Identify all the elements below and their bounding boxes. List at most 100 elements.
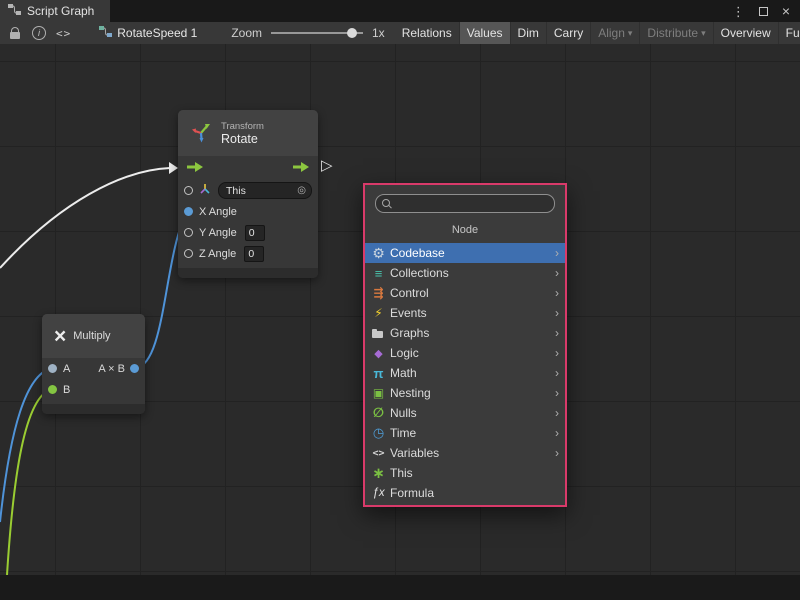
flow-input-port[interactable]	[186, 161, 204, 176]
output-port[interactable]	[130, 364, 139, 373]
finder-item-nesting[interactable]: ▣ Nesting ›	[365, 383, 565, 403]
formula-fx-icon: ƒx	[371, 486, 386, 501]
graph-toolbar: <> RotateSpeed 1 Zoom 1x Relations Value…	[0, 22, 800, 44]
events-lightning-icon: ⚡	[371, 306, 386, 321]
finder-header: Node	[365, 217, 565, 243]
codebase-gear-icon: ⚙	[371, 246, 386, 261]
y-angle-label: Y Angle	[199, 227, 237, 239]
info-icon[interactable]	[32, 26, 46, 40]
input-b-label: B	[63, 384, 70, 396]
dim-label: Dim	[518, 26, 539, 40]
window-menu-icon[interactable]: ⋮	[732, 5, 745, 18]
distribute-label: Distribute	[647, 26, 698, 40]
node-finder-popup: Node ⚙ Codebase › ≡ Collections › ⇶ Cont…	[363, 183, 567, 507]
node-title: Rotate	[221, 132, 264, 146]
tab-title: Script Graph	[27, 4, 94, 18]
overview-label: Overview	[721, 26, 771, 40]
finder-item-nulls[interactable]: ∅ Nulls ›	[365, 403, 565, 423]
input-b-port[interactable]	[48, 385, 57, 394]
finder-item-math[interactable]: π Math ›	[365, 363, 565, 383]
code-view-icon[interactable]: <>	[56, 27, 71, 40]
finder-list: ⚙ Codebase › ≡ Collections › ⇶ Control ›…	[365, 243, 565, 503]
rotate-node[interactable]: Transform Rotate This ◎ X Angle	[178, 110, 318, 278]
dim-button[interactable]: Dim	[511, 22, 547, 44]
chevron-right-icon: ›	[555, 386, 559, 400]
finder-item-label: Codebase	[390, 246, 445, 260]
finder-item-logic[interactable]: ◆ Logic ›	[365, 343, 565, 363]
flow-output-port[interactable]	[292, 161, 310, 176]
relations-button[interactable]: Relations	[395, 22, 460, 44]
finder-item-variables[interactable]: <> Variables ›	[365, 443, 565, 463]
chevron-down-icon: ▾	[701, 28, 706, 39]
z-angle-label: Z Angle	[199, 248, 236, 260]
finder-item-collections[interactable]: ≡ Collections ›	[365, 263, 565, 283]
fullscreen-button[interactable]: Full Screen	[779, 22, 800, 44]
chevron-right-icon: ›	[555, 366, 559, 380]
align-button[interactable]: Align▾	[591, 22, 640, 44]
search-icon	[382, 199, 391, 208]
close-icon[interactable]: ×	[782, 4, 790, 18]
multiply-node[interactable]: × Multiply A A × B B	[42, 314, 145, 414]
distribute-button[interactable]: Distribute▾	[640, 22, 713, 44]
finder-item-label: Control	[390, 286, 429, 300]
multiply-node-header[interactable]: × Multiply	[42, 314, 145, 358]
rotate-node-header[interactable]: Transform Rotate	[178, 110, 318, 156]
finder-item-events[interactable]: ⚡ Events ›	[365, 303, 565, 323]
graphs-folder-icon	[371, 326, 386, 341]
finder-item-control[interactable]: ⇶ Control ›	[365, 283, 565, 303]
object-picker-icon[interactable]: ◎	[297, 185, 306, 196]
values-label: Values	[467, 26, 503, 40]
y-angle-port[interactable]	[184, 228, 193, 237]
zoom-label: Zoom	[231, 26, 262, 40]
carry-button[interactable]: Carry	[547, 22, 591, 44]
y-angle-input[interactable]	[245, 225, 265, 241]
z-angle-input[interactable]	[244, 246, 264, 262]
finder-item-this[interactable]: ∗ This	[365, 463, 565, 483]
finder-item-label: This	[390, 466, 413, 480]
node-footer	[178, 268, 318, 278]
lock-icon[interactable]	[10, 32, 20, 39]
finder-item-graphs[interactable]: Graphs ›	[365, 323, 565, 343]
finder-item-formula[interactable]: ƒx Formula	[365, 483, 565, 503]
zoom-slider[interactable]	[271, 32, 363, 34]
relations-label: Relations	[402, 26, 452, 40]
chevron-right-icon: ›	[555, 426, 559, 440]
time-clock-icon: ◷	[371, 426, 386, 441]
finder-item-label: Math	[390, 366, 417, 380]
target-value: This	[226, 185, 246, 197]
finder-item-codebase[interactable]: ⚙ Codebase ›	[365, 243, 565, 263]
input-a-port[interactable]	[48, 364, 57, 373]
finder-search-box[interactable]	[375, 194, 555, 213]
finder-item-label: Time	[390, 426, 416, 440]
script-graph-icon	[8, 4, 21, 18]
target-object-field[interactable]: This ◎	[218, 182, 312, 199]
zoom-slider-handle[interactable]	[347, 28, 357, 38]
chevron-right-icon: ›	[555, 266, 559, 280]
target-port[interactable]	[184, 186, 193, 195]
node-footer	[42, 404, 145, 414]
maximize-icon[interactable]	[759, 7, 768, 16]
this-star-icon: ∗	[371, 466, 386, 481]
overview-button[interactable]: Overview	[714, 22, 779, 44]
finder-item-label: Nesting	[390, 386, 431, 400]
logic-icon: ◆	[371, 346, 386, 361]
finder-item-label: Logic	[390, 346, 419, 360]
finder-item-label: Graphs	[390, 326, 429, 340]
nesting-icon: ▣	[371, 386, 386, 401]
chevron-right-icon: ›	[555, 246, 559, 260]
graph-name-label: RotateSpeed 1	[117, 26, 197, 40]
finder-item-label: Variables	[390, 446, 439, 460]
graph-canvas[interactable]: Transform Rotate This ◎ X Angle	[0, 44, 800, 575]
finder-search-input[interactable]	[396, 197, 548, 211]
chevron-right-icon: ›	[555, 286, 559, 300]
control-flow-icon: ⇶	[371, 286, 386, 301]
values-button[interactable]: Values	[460, 22, 511, 44]
graph-breadcrumb[interactable]: RotateSpeed 1	[99, 26, 197, 40]
z-angle-port[interactable]	[184, 249, 193, 258]
multiply-icon: ×	[54, 326, 66, 347]
x-angle-port[interactable]	[184, 207, 193, 216]
finder-item-time[interactable]: ◷ Time ›	[365, 423, 565, 443]
tab-script-graph[interactable]: Script Graph	[0, 0, 110, 22]
finder-item-label: Events	[390, 306, 427, 320]
chevron-right-icon: ›	[555, 406, 559, 420]
